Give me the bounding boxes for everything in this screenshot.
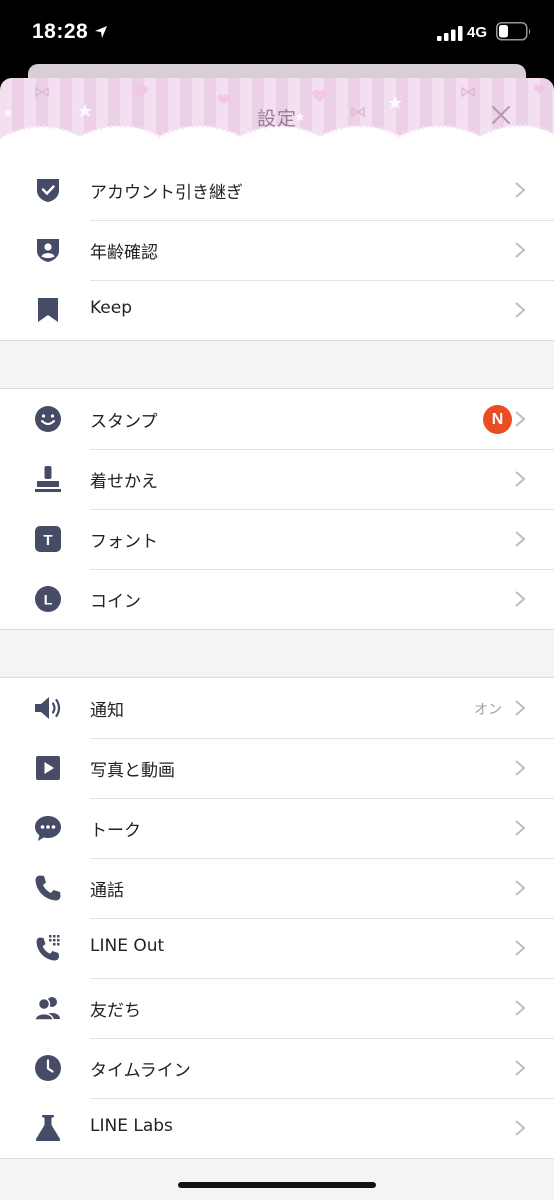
row-divider [90, 738, 554, 739]
settings-item-label: 友だち [90, 1001, 141, 1021]
settings-item-label: 写真と動画 [90, 761, 175, 781]
chevron-right-icon [515, 880, 526, 896]
chevron-right-icon [515, 700, 526, 716]
font-icon: T [35, 526, 61, 552]
settings-item-label: フォント [90, 532, 158, 552]
shield-user-icon [37, 239, 59, 262]
settings-item-label: Keep [90, 298, 133, 318]
settings-item-label: 通知 [90, 701, 124, 721]
row-divider [90, 1098, 554, 1099]
new-badge: N [483, 405, 512, 434]
settings-item-label: 着せかえ [90, 472, 158, 492]
settings-item-timeline[interactable]: タイムライン [0, 1038, 554, 1098]
settings-item-label: LINE Out [90, 936, 165, 956]
row-divider [90, 449, 554, 450]
settings-list: アカウント引き継ぎ 年齢確認 Keep スタンプ N 着せかえ T フォント L… [0, 160, 554, 1200]
settings-item-fonts[interactable]: T フォント [0, 509, 554, 569]
clock-icon [35, 1055, 61, 1081]
shield-check-icon [37, 179, 59, 202]
friends-icon [34, 997, 60, 1021]
chevron-right-icon [515, 1000, 526, 1016]
settings-item-photos-videos[interactable]: 写真と動画 [0, 738, 554, 798]
settings-item-coins[interactable]: L コイン [0, 569, 554, 629]
svg-text:T: T [43, 532, 52, 549]
settings-item-friends[interactable]: 友だち [0, 978, 554, 1038]
battery-icon [496, 22, 531, 41]
status-time: 18:28 [32, 20, 89, 43]
home-indicator[interactable] [178, 1182, 376, 1188]
notification-status: オン [474, 702, 502, 718]
coin-icon: L [35, 586, 61, 612]
close-button[interactable] [486, 100, 516, 130]
settings-item-label: 通話 [90, 881, 124, 901]
location-arrow-icon [95, 26, 107, 38]
settings-item-calls[interactable]: 通話 [0, 858, 554, 918]
phone-dial-icon [36, 935, 60, 961]
chevron-right-icon [515, 531, 526, 547]
chevron-right-icon [515, 302, 526, 318]
chevron-right-icon [515, 1060, 526, 1076]
settings-item-age-verification[interactable]: 年齢確認 [0, 220, 554, 280]
chevron-right-icon [515, 591, 526, 607]
chevron-right-icon [515, 242, 526, 258]
bookmark-icon [38, 298, 58, 322]
svg-text:L: L [44, 592, 53, 608]
settings-item-label: 年齢確認 [90, 243, 158, 263]
chat-bubble-icon [35, 816, 61, 841]
paint-brush-icon [35, 466, 61, 492]
chevron-right-icon [515, 182, 526, 198]
settings-item-label: アカウント引き継ぎ [90, 183, 243, 203]
row-divider [90, 858, 554, 859]
settings-item-label: コイン [90, 592, 141, 612]
settings-item-themes[interactable]: 着せかえ [0, 449, 554, 509]
settings-item-keep[interactable]: Keep [0, 280, 554, 340]
settings-item-account-transfer[interactable]: アカウント引き継ぎ [0, 160, 554, 220]
settings-item-label: スタンプ [90, 412, 158, 432]
chevron-right-icon [515, 411, 526, 427]
speaker-icon [35, 697, 61, 719]
page-title: 設定 [256, 108, 297, 130]
row-divider [90, 1038, 554, 1039]
settings-item-chats[interactable]: トーク [0, 798, 554, 858]
row-divider [90, 220, 554, 221]
smiley-icon [35, 406, 61, 432]
flask-icon [35, 1115, 61, 1141]
chevron-right-icon [515, 760, 526, 776]
row-divider [90, 978, 554, 979]
row-divider [90, 509, 554, 510]
settings-item-stickers[interactable]: スタンプ N [0, 389, 554, 449]
row-divider [90, 569, 554, 570]
settings-item-label: タイムライン [90, 1061, 191, 1081]
settings-item-label: トーク [90, 821, 141, 841]
chevron-right-icon [515, 820, 526, 836]
network-type: 4G [467, 24, 488, 41]
signal-icon [437, 26, 463, 41]
settings-item-line-out[interactable]: LINE Out [0, 918, 554, 978]
settings-item-notifications[interactable]: 通知 オン [0, 678, 554, 738]
settings-group-general: 通知 オン 写真と動画 トーク 通話 LINE Out 友だち タイムライン L… [0, 677, 554, 1159]
settings-group-content: スタンプ N 着せかえ T フォント L コイン [0, 388, 554, 630]
row-divider [90, 798, 554, 799]
settings-item-label: LINE Labs [90, 1116, 173, 1136]
settings-item-line-labs[interactable]: LINE Labs [0, 1098, 554, 1158]
chevron-right-icon [515, 1120, 526, 1136]
play-icon [36, 756, 60, 780]
row-divider [90, 918, 554, 919]
chevron-right-icon [515, 471, 526, 487]
settings-group-account: アカウント引き継ぎ 年齢確認 Keep [0, 160, 554, 341]
phone-icon [35, 875, 61, 901]
row-divider [90, 280, 554, 281]
chevron-right-icon [515, 940, 526, 956]
status-bar: 18:28 4G [0, 0, 554, 62]
